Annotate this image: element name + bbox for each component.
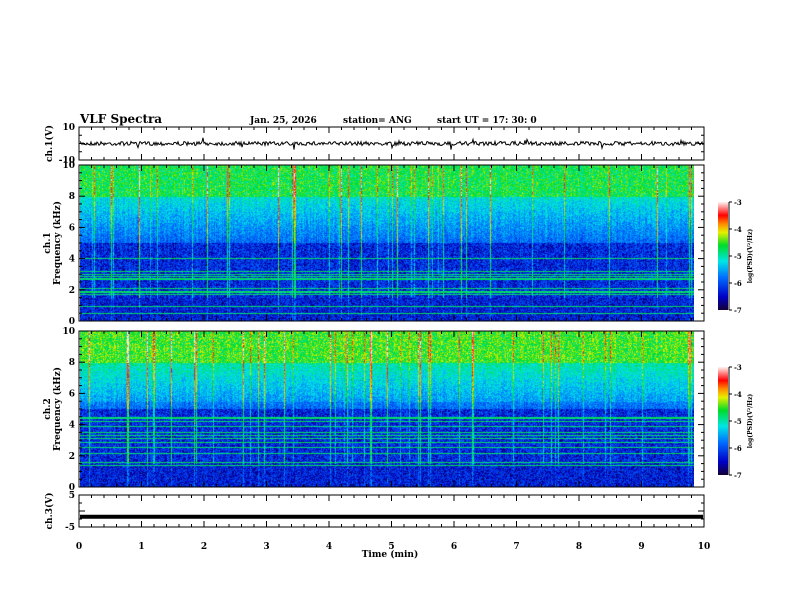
x-tick-label: 4 [326,542,332,552]
date-label: Jan. 25, 2026 [249,116,317,126]
y-tick-label: 0 [69,317,75,327]
x-axis-label: Time (min) [362,549,419,560]
x-tick-label: 7 [513,542,519,552]
x-tick-label: 8 [576,542,582,552]
colorbar-label: log(PSD)(V²/Hz) [747,394,754,449]
colorbar-tick-label: -4 [734,390,742,399]
y-axis-label: ch.1 [43,232,53,253]
y-axis-label: ch.3(V) [44,493,55,530]
panel-frame [78,164,705,322]
figure-title: VLF Spectra [79,112,162,126]
y-axis-label: ch.1(V) [44,125,55,162]
x-tick-label: 3 [263,542,269,552]
y-tick-label: 8 [69,192,75,202]
colorbar-tick-label: -3 [734,363,742,372]
colorbar-tick-label: -5 [734,252,742,261]
x-tick-label: 6 [451,542,457,552]
axes-layer: VLF Spectra Jan. 25, 2026 station= ANG s… [43,112,754,560]
x-tick-label: 0 [76,542,82,552]
colorbar-tick-label: -3 [734,198,742,207]
colorbar-tick-label: -7 [734,471,742,480]
colorbar-label: log(PSD)(V²/Hz) [747,229,754,284]
x-tick-label: 9 [638,542,644,552]
y-tick-label: 10 [62,123,75,133]
panel-frame [78,330,705,488]
colorbar-tick-label: -7 [734,306,742,315]
colorbar-tick-label: -5 [734,417,742,426]
x-tick-label: 10 [698,542,711,552]
x-tick-label: 1 [138,542,144,552]
station-label: station= ANG [343,116,412,126]
y-tick-label: 8 [69,358,75,368]
y-tick-label: 10 [62,327,75,337]
y-tick-label: 6 [69,223,75,233]
y-tick-label: 4 [69,255,75,265]
colorbar-tick-label: -6 [734,279,742,288]
y-tick-label: 5 [69,491,75,501]
ch1-trace [79,137,704,151]
y-tick-label: 4 [69,421,75,431]
y-tick-label: 10 [62,161,75,171]
y-axis-label: Frequency (kHz) [52,201,63,285]
y-axis-label: Frequency (kHz) [52,367,63,451]
y-axis-label: ch.2 [43,398,53,419]
start-time-label: start UT = 17: 30: 0 [437,116,537,126]
colorbar-tick-label: -4 [734,225,742,234]
vlf-spectra-figure: VLF Spectra Jan. 25, 2026 station= ANG s… [0,0,792,612]
y-tick-label: 2 [69,286,75,296]
x-tick-label: 2 [201,542,207,552]
y-tick-label: 6 [69,389,75,399]
y-tick-label: -5 [65,523,75,533]
y-tick-label: 2 [69,452,75,462]
colorbar-tick-label: -6 [734,444,742,453]
